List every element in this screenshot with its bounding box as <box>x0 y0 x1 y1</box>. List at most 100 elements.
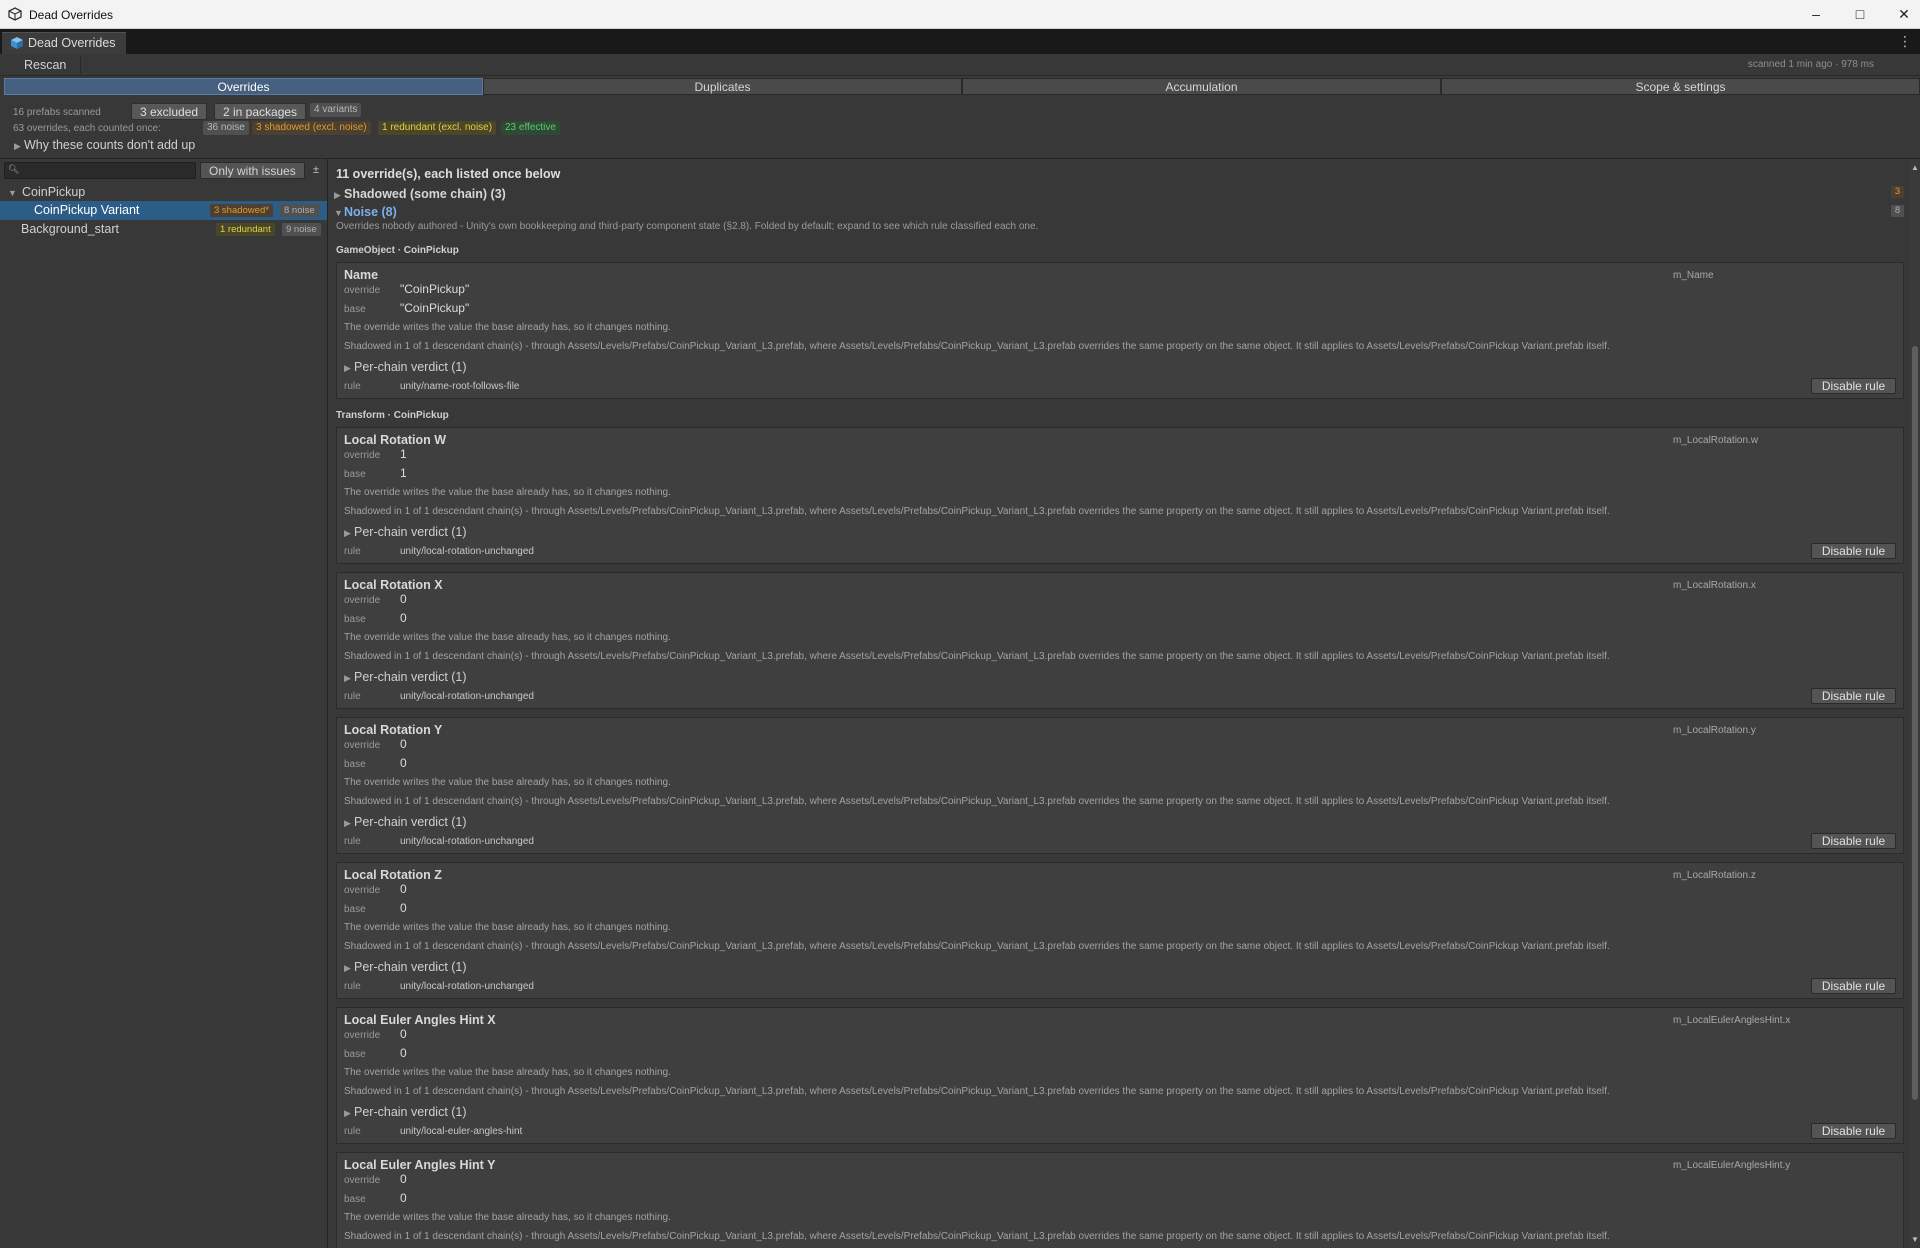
shadowed-message: Shadowed in 1 of 1 descendant chain(s) -… <box>344 1086 1610 1097</box>
base-value: 0 <box>400 756 407 770</box>
sort-button[interactable]: ± <box>308 162 324 179</box>
excluded-button[interactable]: 3 excluded <box>131 103 208 120</box>
shadowed-badge: 3 shadowed* <box>210 204 273 217</box>
disable-rule-button[interactable]: Disable rule <box>1811 1123 1896 1139</box>
per-chain-verdict-label: Per-chain verdict (1) <box>354 360 467 374</box>
per-chain-verdict-foldout[interactable]: ▶ Per-chain verdict (1) <box>344 1105 467 1119</box>
property-path: m_LocalEulerAnglesHint.y <box>1673 1160 1791 1171</box>
disable-rule-button[interactable]: Disable rule <box>1811 378 1896 394</box>
base-label: base <box>344 904 366 915</box>
scan-status: scanned 1 min ago · 978 ms <box>1747 59 1874 70</box>
no-change-message: The override writes the value the base a… <box>344 632 671 643</box>
shadowed-message: Shadowed in 1 of 1 descendant chain(s) -… <box>344 796 1610 807</box>
base-label: base <box>344 304 366 315</box>
override-card-local-rotation-x: Local Rotation X m_LocalRotation.x overrid… <box>336 572 1904 709</box>
override-name: Local Rotation W <box>344 433 447 447</box>
close-button[interactable]: ✕ <box>1890 4 1918 24</box>
disable-rule-button[interactable]: Disable rule <box>1811 688 1896 704</box>
override-card-local-rotation-y: Local Rotation Y m_LocalRotation.y overrid… <box>336 717 1904 854</box>
tab-duplicates[interactable]: Duplicates <box>483 78 962 95</box>
group-label: Shadowed (some chain) (3) <box>344 187 506 201</box>
per-chain-verdict-foldout[interactable]: ▶ Per-chain verdict (1) <box>344 525 467 539</box>
cube-icon <box>11 37 23 49</box>
scroll-up-icon[interactable]: ▲ <box>1911 163 1919 172</box>
rule-id: unity/local-rotation-unchanged <box>400 546 534 557</box>
rule-label: rule <box>344 691 361 702</box>
shadowed-badge: 3 shadowed (excl. noise) <box>252 121 371 135</box>
override-label: override <box>344 285 381 296</box>
editor-tab-strip: Dead Overrides ⋮ <box>0 29 1920 54</box>
per-chain-verdict-foldout[interactable]: ▶ Per-chain verdict (1) <box>344 960 467 974</box>
minimize-button[interactable]: – <box>1802 4 1830 24</box>
override-value: 0 <box>400 737 407 751</box>
scrollbar-thumb[interactable] <box>1912 346 1918 1100</box>
tree-item-label: CoinPickup Variant <box>34 203 140 217</box>
more-options-icon[interactable]: ⋮ <box>1898 33 1912 50</box>
base-label: base <box>344 759 366 770</box>
override-card-name: Name m_Name override "CoinPickup" base "CoinP… <box>336 262 1904 399</box>
content-scrollbar[interactable]: ▲ ▼ <box>1910 159 1920 1248</box>
tree-item-background-start[interactable]: Background_start 1 redundant 9 noise <box>0 220 327 239</box>
group-label: Noise (8) <box>344 205 397 219</box>
per-chain-verdict-foldout[interactable]: ▶ Per-chain verdict (1) <box>344 815 467 829</box>
in-packages-button[interactable]: 2 in packages <box>214 103 307 120</box>
base-value: 1 <box>400 466 407 480</box>
tree-item-coinpickup[interactable]: ▼ CoinPickup <box>0 183 327 202</box>
summary-stats: 16 prefabs scanned 3 excluded 2 in packa… <box>0 99 1920 159</box>
no-change-message: The override writes the value the base a… <box>344 322 671 333</box>
tree-item-label: Background_start <box>21 222 119 236</box>
no-change-message: The override writes the value the base a… <box>344 1067 671 1078</box>
rule-id: unity/local-euler-angles-hint <box>400 1126 523 1137</box>
why-counts-foldout[interactable]: ▶ Why these counts don't add up <box>14 138 195 152</box>
shadowed-count-badge: 3 <box>1891 186 1904 198</box>
shadowed-message: Shadowed in 1 of 1 descendant chain(s) -… <box>344 1231 1610 1242</box>
rescan-button[interactable]: Rescan <box>10 56 82 74</box>
override-label: override <box>344 595 381 606</box>
shadowed-message: Shadowed in 1 of 1 descendant chain(s) -… <box>344 651 1610 662</box>
base-label: base <box>344 1049 366 1060</box>
override-value: 0 <box>400 882 407 896</box>
property-path: m_LocalRotation.z <box>1673 870 1756 881</box>
per-chain-verdict-label: Per-chain verdict (1) <box>354 1105 467 1119</box>
only-with-issues-toggle[interactable]: Only with issues <box>200 162 305 179</box>
noise-badge: 9 noise <box>282 223 321 236</box>
rule-label: rule <box>344 381 361 392</box>
editor-tab-dead-overrides[interactable]: Dead Overrides <box>2 32 126 54</box>
tree-item-label: CoinPickup <box>22 185 86 199</box>
shadowed-message: Shadowed in 1 of 1 descendant chain(s) -… <box>344 506 1610 517</box>
per-chain-verdict-foldout[interactable]: ▶ Per-chain verdict (1) <box>344 360 467 374</box>
override-value: 0 <box>400 1172 407 1186</box>
per-chain-verdict-foldout[interactable]: ▶ Per-chain verdict (1) <box>344 670 467 684</box>
window-title-bar: Dead Overrides – □ ✕ <box>0 0 1920 29</box>
group-shadowed[interactable]: ▶ Shadowed (some chain) (3) <box>334 187 506 201</box>
noise-count-badge: 8 <box>1891 205 1904 217</box>
override-value: 0 <box>400 1027 407 1041</box>
disable-rule-button[interactable]: Disable rule <box>1811 978 1896 994</box>
tab-scope-settings[interactable]: Scope & settings <box>1441 78 1920 95</box>
tree-item-coinpickup-variant[interactable]: CoinPickup Variant 3 shadowed* 8 noise <box>0 201 327 220</box>
rule-id: unity/local-rotation-unchanged <box>400 981 534 992</box>
override-card-local-rotation-z: Local Rotation Z m_LocalRotation.z overrid… <box>336 862 1904 999</box>
disable-rule-button[interactable]: Disable rule <box>1811 543 1896 559</box>
noise-badge: 36 noise <box>203 121 249 135</box>
group-noise[interactable]: ▼Noise (8) <box>334 205 397 219</box>
property-path: m_LocalEulerAnglesHint.x <box>1673 1015 1791 1026</box>
property-path: m_LocalRotation.w <box>1673 435 1759 446</box>
overrides-counted: 63 overrides, each counted once: <box>13 123 161 134</box>
effective-badge: 23 effective <box>501 121 560 135</box>
override-name: Local Rotation Z <box>344 868 442 882</box>
override-label: override <box>344 1030 381 1041</box>
expand-arrow-icon: ▶ <box>344 528 351 538</box>
collapse-arrow-icon: ▼ <box>334 208 343 218</box>
filter-row: 🔍︎ Only with issues ± <box>4 162 324 180</box>
base-value: "CoinPickup" <box>400 301 470 315</box>
scroll-down-icon[interactable]: ▼ <box>1911 1235 1919 1244</box>
override-label: override <box>344 740 381 751</box>
tab-overrides[interactable]: Overrides <box>4 78 483 95</box>
search-input[interactable]: 🔍︎ <box>4 162 196 179</box>
disable-rule-button[interactable]: Disable rule <box>1811 833 1896 849</box>
tab-accumulation[interactable]: Accumulation <box>962 78 1441 95</box>
rule-id: unity/local-rotation-unchanged <box>400 836 534 847</box>
rule-label: rule <box>344 981 361 992</box>
maximize-button[interactable]: □ <box>1846 4 1874 24</box>
